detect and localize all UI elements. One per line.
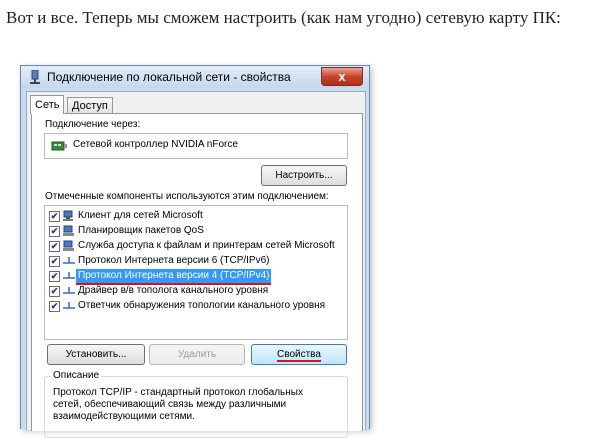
checkbox[interactable]: ✔ — [49, 256, 60, 267]
network-client-icon — [63, 210, 73, 221]
properties-button[interactable]: Свойства — [251, 344, 347, 365]
checkbox[interactable]: ✔ — [49, 211, 60, 222]
protocol-icon — [63, 272, 75, 279]
component-label: Драйвер в/в тополога канального уровня — [78, 285, 269, 296]
connect-via-label: Подключение через: — [45, 119, 141, 130]
close-button[interactable]: x — [321, 67, 363, 86]
list-item[interactable]: ✔ Протокол Интернета версии 6 (TCP/IPv6) — [49, 254, 339, 268]
component-label: Планировщик пакетов QoS — [78, 225, 204, 236]
title-bar[interactable]: Подключение по локальной сети - свойства… — [21, 66, 369, 88]
network-service-icon — [63, 225, 74, 236]
component-label-selected: Протокол Интернета версии 4 (TCP/IPv4) — [76, 269, 272, 285]
remove-button[interactable]: Удалить — [149, 344, 245, 365]
protocol-icon — [63, 302, 75, 309]
checkbox[interactable]: ✔ — [49, 301, 60, 312]
description-text: Протокол TCP/IP - стандартный протокол г… — [53, 387, 303, 422]
install-button[interactable]: Установить... — [47, 344, 145, 365]
adapter-box: Сетевой контроллер NVIDIA nForce — [44, 133, 348, 159]
network-tab-panel: Подключение через: Сетевой контроллер NV… — [31, 113, 363, 438]
list-item[interactable]: ✔ Драйвер в/в тополога канального уровня — [49, 284, 339, 298]
network-adapter-icon — [51, 141, 67, 151]
properties-button-label: Свойства — [277, 349, 321, 362]
checkbox[interactable]: ✔ — [49, 286, 60, 297]
component-label: Клиент для сетей Microsoft — [78, 210, 203, 221]
list-item[interactable]: ✔ Служба доступа к файлам и принтерам се… — [49, 239, 339, 253]
properties-window: Подключение по локальной сети - свойства… — [20, 65, 370, 438]
list-item[interactable]: ✔ Планировщик пакетов QoS — [49, 224, 339, 238]
protocol-icon — [63, 257, 75, 264]
tab-sharing[interactable]: Доступ — [67, 97, 113, 114]
description-title: Описание — [51, 370, 102, 381]
window-title: Подключение по локальной сети - свойства — [47, 70, 291, 84]
protocol-icon — [63, 287, 75, 294]
components-list: ✔ Клиент для сетей Microsoft ✔ Планировщ… — [44, 205, 348, 340]
list-item[interactable]: ✔ Клиент для сетей Microsoft — [49, 209, 339, 223]
network-connection-icon — [30, 70, 40, 84]
components-label: Отмеченные компоненты используются этим … — [45, 191, 329, 202]
dialog-body: Сеть Доступ Подключение через: Сетевой к… — [26, 91, 366, 438]
checkbox[interactable]: ✔ — [49, 241, 60, 252]
component-label: Служба доступа к файлам и принтерам сете… — [78, 240, 335, 251]
description-group: Описание Протокол TCP/IP - стандартный п… — [44, 370, 348, 438]
checkbox[interactable]: ✔ — [49, 226, 60, 237]
checkbox[interactable]: ✔ — [49, 271, 60, 282]
list-item[interactable]: ✔ Ответчик обнаружения топологии канальн… — [49, 299, 339, 313]
configure-button[interactable]: Настроить... — [261, 165, 347, 186]
adapter-name: Сетевой контроллер NVIDIA nForce — [73, 139, 238, 150]
component-label: Ответчик обнаружения топологии канальног… — [78, 300, 326, 311]
network-service-icon — [63, 240, 74, 251]
tab-network[interactable]: Сеть — [30, 95, 65, 114]
list-item[interactable]: ✔ Протокол Интернета версии 4 (TCP/IPv4) — [49, 269, 339, 285]
intro-text: Вот и все. Теперь мы сможем настроить (к… — [6, 8, 561, 27]
component-label: Протокол Интернета версии 6 (TCP/IPv6) — [78, 255, 270, 266]
